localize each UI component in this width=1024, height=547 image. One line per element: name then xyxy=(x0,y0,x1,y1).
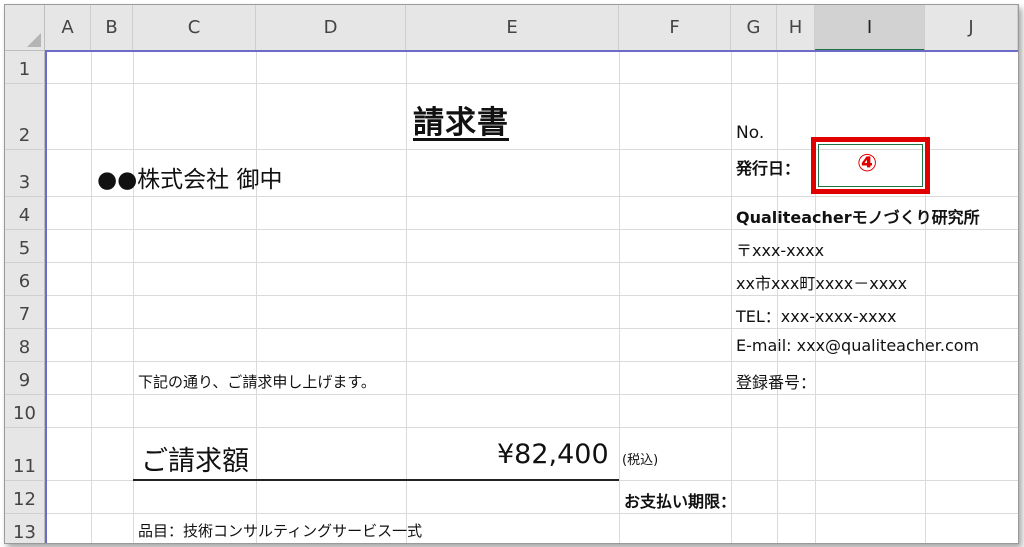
gridline xyxy=(45,394,1018,395)
gridline xyxy=(45,83,1018,84)
registration-number-label: 登録番号： xyxy=(736,373,817,392)
gridline xyxy=(45,262,1018,263)
column-header-d[interactable]: D xyxy=(256,5,406,51)
row-header-3[interactable]: 3 xyxy=(5,150,45,197)
row-header-6[interactable]: 6 xyxy=(5,263,45,296)
row-header-10[interactable]: 10 xyxy=(5,395,45,428)
payment-due-label: お支払い期限： xyxy=(624,492,737,511)
spreadsheet-window: A B C D E F G H I J 1 2 3 4 5 6 7 8 9 10… xyxy=(4,4,1019,544)
sheet-top-border xyxy=(45,50,1018,52)
amount-underline xyxy=(133,479,619,481)
row-header-1[interactable]: 1 xyxy=(5,51,45,84)
gridline xyxy=(925,51,926,543)
invoice-title: 請求書 xyxy=(413,105,509,141)
amount-value: ¥82,400 xyxy=(497,439,609,470)
column-header-f[interactable]: F xyxy=(619,5,731,51)
gridline xyxy=(133,51,134,543)
company-postal-code: 〒xxx-xxxx xyxy=(736,241,825,260)
column-header-i[interactable]: I xyxy=(815,5,925,51)
select-all-triangle-icon xyxy=(27,33,41,47)
row-header-8[interactable]: 8 xyxy=(5,329,45,362)
gridline xyxy=(45,328,1018,329)
column-header-a[interactable]: A xyxy=(45,5,91,51)
column-header-c[interactable]: C xyxy=(133,5,256,51)
gridline xyxy=(45,427,1018,428)
invoice-number-label: No. xyxy=(736,123,765,143)
row-header-2[interactable]: 2 xyxy=(5,84,45,150)
row-header-5[interactable]: 5 xyxy=(5,230,45,263)
gridline xyxy=(731,51,732,543)
sheet-left-border xyxy=(45,51,47,543)
column-header-e[interactable]: E xyxy=(406,5,619,51)
gridline xyxy=(45,361,1018,362)
recipient-name: ●●株式会社 御中 xyxy=(97,167,283,193)
gridline xyxy=(406,51,407,543)
gridline xyxy=(815,51,816,543)
row-header-9[interactable]: 9 xyxy=(5,362,45,395)
company-name: Qualiteacherモノづくり研究所 xyxy=(736,208,980,227)
intro-text: 下記の通り、ご請求申し上げます。 xyxy=(138,373,376,391)
company-address: xx市xxx町xxxx－xxxx xyxy=(736,274,908,293)
gridline xyxy=(45,295,1018,296)
item-line: 品目：技術コンサルティングサービス一式 xyxy=(138,522,423,540)
row-header-4[interactable]: 4 xyxy=(5,197,45,230)
row-header-7[interactable]: 7 xyxy=(5,296,45,329)
column-header-b[interactable]: B xyxy=(91,5,133,51)
column-header-g[interactable]: G xyxy=(731,5,777,51)
row-header-11[interactable]: 11 xyxy=(5,428,45,481)
issue-date-label: 発行日： xyxy=(736,159,801,178)
gridline xyxy=(45,196,1018,197)
row-header-13[interactable]: 13 xyxy=(5,514,45,543)
column-header-h[interactable]: H xyxy=(777,5,815,51)
company-phone: TEL：xxx-xxxx-xxxx xyxy=(736,307,897,326)
issue-date-marker: ④ xyxy=(857,149,878,177)
gridline xyxy=(45,513,1018,514)
gridline xyxy=(777,51,778,543)
amount-label: ご請求額 xyxy=(141,446,249,477)
company-email: E-mail: xxx@qualiteacher.com xyxy=(736,336,980,355)
column-header-j[interactable]: J xyxy=(925,5,1018,51)
gridline xyxy=(619,51,620,543)
gridline xyxy=(91,51,92,543)
gridline xyxy=(256,51,257,543)
row-header-12[interactable]: 12 xyxy=(5,481,45,514)
tax-note: (税込) xyxy=(622,453,659,468)
select-all-button[interactable] xyxy=(5,5,45,51)
gridline xyxy=(45,229,1018,230)
